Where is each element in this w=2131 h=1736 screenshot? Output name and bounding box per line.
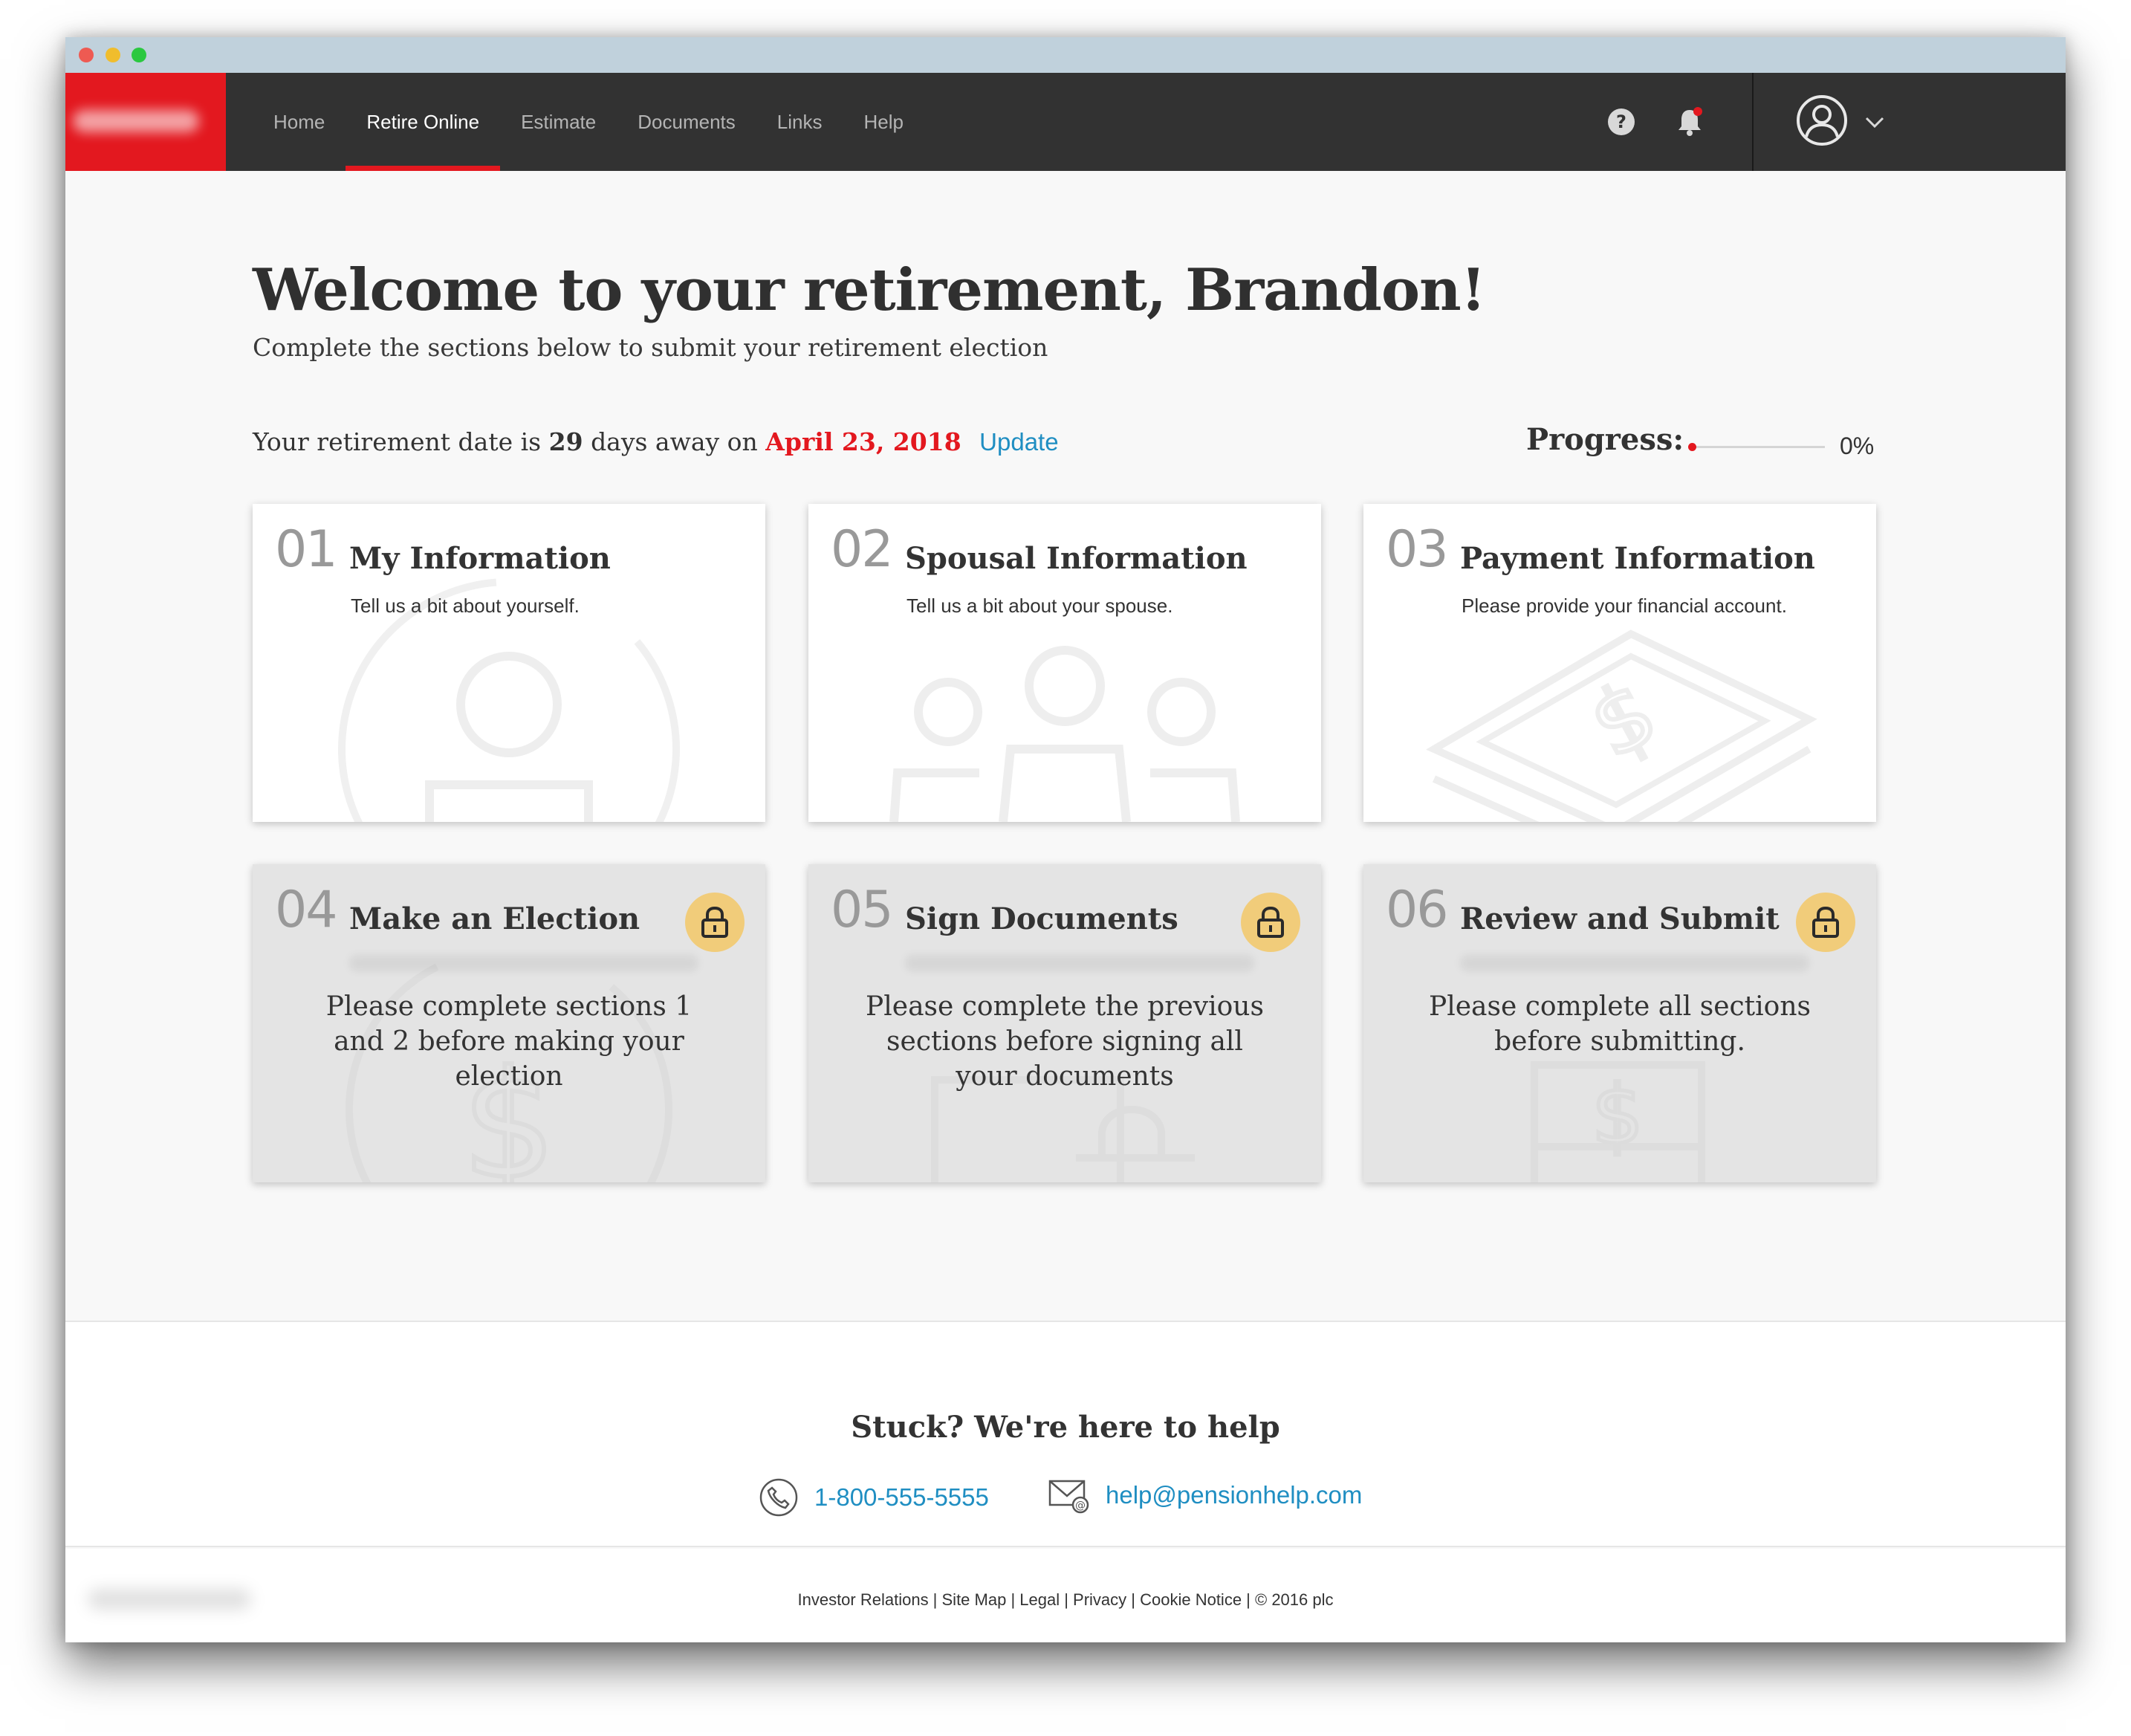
date-middle: days away on	[591, 427, 758, 456]
main-content: Welcome to your retirement, Brandon! Com…	[65, 171, 2066, 1360]
nav-home[interactable]: Home	[253, 73, 346, 171]
email-icon: @	[1048, 1480, 1089, 1514]
section-number: 04	[275, 881, 338, 939]
section-title: Spousal Information	[905, 541, 1248, 576]
svg-text:?: ?	[1616, 111, 1626, 132]
nav-links[interactable]: Links	[756, 73, 843, 171]
progress-percent: 0%	[1840, 433, 1875, 459]
section-description: Tell us a bit about yourself.	[351, 595, 580, 617]
section-number: 06	[1386, 881, 1449, 939]
nav-divider	[1752, 73, 1754, 171]
footer-links[interactable]: Investor Relations | Site Map | Legal | …	[65, 1590, 2066, 1610]
page-title: Welcome to your retirement, Brandon!	[253, 256, 1486, 324]
update-date-link[interactable]: Update	[979, 428, 1058, 456]
nav-estimate[interactable]: Estimate	[500, 73, 617, 171]
svg-text:$: $	[1592, 1067, 1644, 1162]
days-count: 29	[548, 427, 583, 456]
section-card-spousal-information[interactable]: 02 Spousal Information Tell us a bit abo…	[808, 504, 1321, 822]
retirement-date-line: Your retirement date is 29 days away on …	[253, 427, 1059, 456]
notification-bell-icon[interactable]	[1673, 106, 1706, 138]
lock-icon	[685, 893, 745, 952]
section-card-sign-documents: 05 Sign Documents Please complete the pr…	[808, 864, 1321, 1182]
section-card-review-and-submit: $ 06 Review and Submit Please complete a…	[1363, 864, 1876, 1182]
nav-menu: Home Retire Online Estimate Documents Li…	[253, 73, 924, 171]
progress-label: Progress:	[1526, 422, 1684, 457]
section-title: Make an Election	[349, 901, 640, 936]
locked-message: Please complete sections 1 and 2 before …	[325, 991, 693, 1092]
nav-documents[interactable]: Documents	[617, 73, 756, 171]
top-navbar: Home Retire Online Estimate Documents Li…	[65, 73, 2066, 171]
section-card-my-information[interactable]: 01 My Information Tell us a bit about yo…	[253, 504, 765, 822]
obscured-description	[1460, 955, 1809, 971]
phone-icon	[759, 1478, 798, 1517]
retirement-date: April 23, 2018	[765, 427, 961, 456]
help-title: Stuck? We're here to help	[851, 1410, 1280, 1445]
section-card-make-an-election: $ 04 Make an Election Please complete se…	[253, 864, 765, 1182]
lock-icon	[1796, 893, 1855, 952]
nav-retire-online[interactable]: Retire Online	[346, 73, 500, 171]
section-title: Review and Submit	[1460, 901, 1780, 936]
email-address: help@pensionhelp.com	[1106, 1481, 1363, 1509]
page-footer: Investor Relations | Site Map | Legal | …	[65, 1549, 2066, 1642]
section-title: Sign Documents	[905, 901, 1178, 936]
phone-link[interactable]: 1-800-555-5555	[758, 1477, 989, 1518]
section-number: 01	[275, 520, 338, 579]
section-description: Please provide your financial account.	[1462, 595, 1787, 617]
page-subtitle: Complete the sections below to submit yo…	[253, 333, 1048, 362]
section-description: Tell us a bit about your spouse.	[906, 595, 1173, 617]
user-avatar-icon[interactable]	[1795, 94, 1849, 147]
section-title: My Information	[349, 541, 611, 576]
window-titlebar	[65, 37, 2066, 73]
brand-logo[interactable]	[65, 73, 226, 171]
progress-bar	[1688, 443, 1825, 451]
help-section: Stuck? We're here to help 1-800-555-5555…	[65, 1321, 2066, 1547]
section-title: Payment Information	[1460, 541, 1815, 576]
progress-indicator-dot	[1688, 443, 1696, 451]
locked-message: Please complete the previous sections be…	[866, 991, 1264, 1092]
phone-number: 1-800-555-5555	[814, 1483, 989, 1511]
chevron-down-icon[interactable]	[1862, 111, 1887, 132]
window-close-button[interactable]	[79, 48, 94, 62]
window-zoom-button[interactable]	[132, 48, 146, 62]
locked-message: Please complete all sections before subm…	[1429, 991, 1811, 1057]
lock-icon	[1241, 893, 1300, 952]
nav-help[interactable]: Help	[843, 73, 924, 171]
date-prefix: Your retirement date is	[253, 427, 542, 456]
section-number: 05	[831, 881, 894, 939]
window-minimize-button[interactable]	[106, 48, 120, 62]
browser-window: Home Retire Online Estimate Documents Li…	[65, 37, 2066, 1642]
section-number: 03	[1386, 520, 1449, 579]
obscured-description	[905, 955, 1254, 971]
section-number: 02	[831, 520, 894, 579]
svg-text:@: @	[1075, 1500, 1086, 1512]
section-card-payment-information[interactable]: $ 03 Payment Information Please provide …	[1363, 504, 1876, 822]
email-link[interactable]: @ help@pensionhelp.com	[1048, 1477, 1362, 1514]
obscured-description	[349, 955, 698, 971]
help-icon[interactable]: ?	[1605, 106, 1638, 138]
